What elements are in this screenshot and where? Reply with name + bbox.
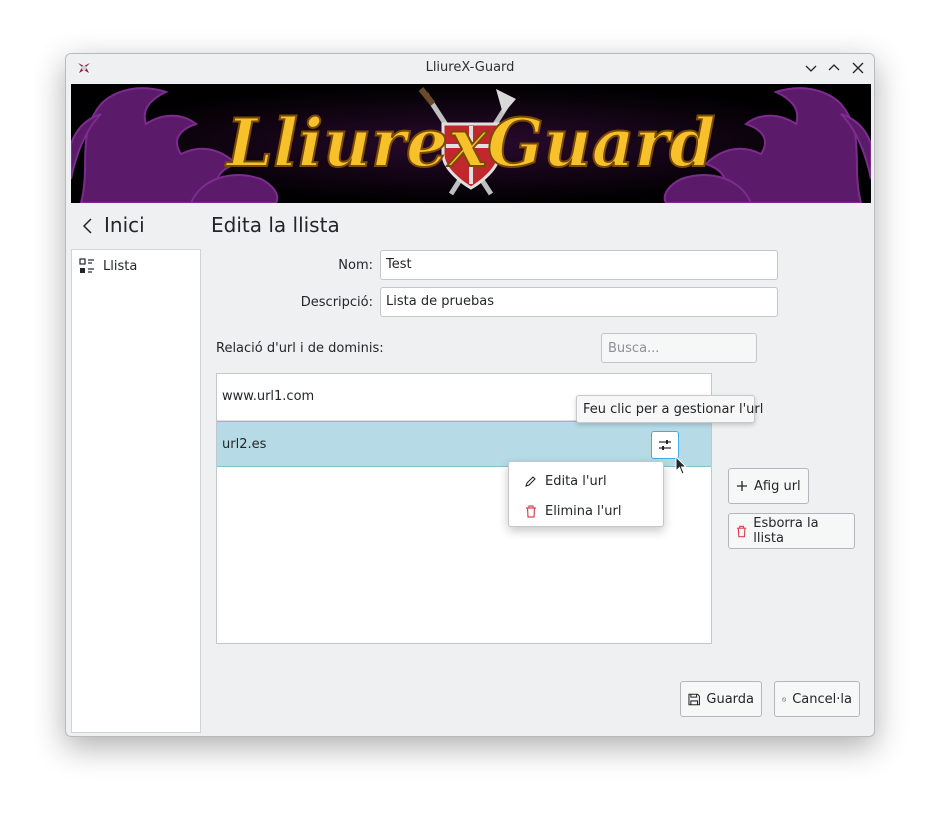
tooltip: Feu clic per a gestionar l'url: [576, 395, 763, 423]
chevron-down-icon: [805, 65, 817, 72]
mouse-cursor-icon: [675, 456, 687, 475]
menu-item-edit-url[interactable]: Edita l'url: [509, 467, 663, 495]
window-title: LliureX-Guard: [425, 60, 515, 75]
chevron-up-icon: [828, 64, 840, 71]
banner-logo-text: LliurexGuard: [225, 104, 716, 182]
trash-icon: [736, 525, 747, 537]
save-icon: [688, 693, 700, 705]
url-context-menu: Edita l'url Elimina l'url: [508, 461, 664, 527]
manage-url-button[interactable]: [651, 431, 679, 459]
back-button[interactable]: [79, 216, 97, 236]
list-icon: [79, 258, 94, 273]
page-title: Edita la llista: [211, 213, 340, 237]
close-icon: [852, 62, 864, 74]
trash-icon: [526, 504, 536, 518]
sidebar: Llista: [71, 249, 201, 733]
menu-item-label: Elimina l'url: [545, 503, 622, 519]
pencil-icon: [525, 476, 536, 487]
title-bar[interactable]: LliureX-Guard: [66, 54, 874, 83]
url-text: url2.es: [222, 437, 267, 452]
back-label[interactable]: Inici: [104, 213, 145, 237]
search-input[interactable]: Busca...: [601, 333, 757, 363]
description-field[interactable]: Lista de pruebas: [380, 287, 778, 317]
url-text: www.url1.com: [222, 389, 315, 404]
url-list-label: Relació d'url i de dominis:: [216, 341, 384, 356]
chevron-left-icon: [82, 218, 92, 234]
close-button[interactable]: [848, 58, 868, 78]
maximize-button[interactable]: [824, 58, 844, 78]
sidebar-item-llista[interactable]: Llista: [79, 258, 137, 274]
banner-artwork: LliurexGuard: [71, 84, 871, 203]
name-label: Nom:: [338, 258, 373, 273]
sidebar-item-label: Llista: [103, 258, 138, 274]
minimize-button[interactable]: [801, 58, 821, 78]
save-label: Guarda: [706, 691, 754, 707]
add-url-label: Afig url: [754, 478, 801, 494]
app-window: LliureX-Guard LliurexGuard Inici Edita l…: [65, 53, 875, 737]
cancel-icon: [782, 697, 787, 701]
description-label: Descripció:: [300, 295, 373, 310]
plus-icon: [737, 481, 747, 491]
sliders-icon: [659, 440, 671, 450]
app-banner: LliurexGuard: [71, 84, 871, 203]
name-field[interactable]: Test: [380, 250, 778, 280]
cancel-button[interactable]: Cancel·la: [774, 681, 860, 717]
add-url-button[interactable]: Afig url: [728, 468, 809, 504]
menu-item-label: Edita l'url: [545, 473, 607, 489]
cancel-label: Cancel·la: [792, 691, 852, 707]
save-button[interactable]: Guarda: [680, 681, 762, 717]
page-header: Inici Edita la llista: [66, 206, 874, 242]
delete-list-label: Esborra la llista: [753, 516, 819, 546]
delete-list-button[interactable]: Esborra la llista: [728, 513, 855, 549]
menu-item-delete-url[interactable]: Elimina l'url: [509, 497, 663, 525]
